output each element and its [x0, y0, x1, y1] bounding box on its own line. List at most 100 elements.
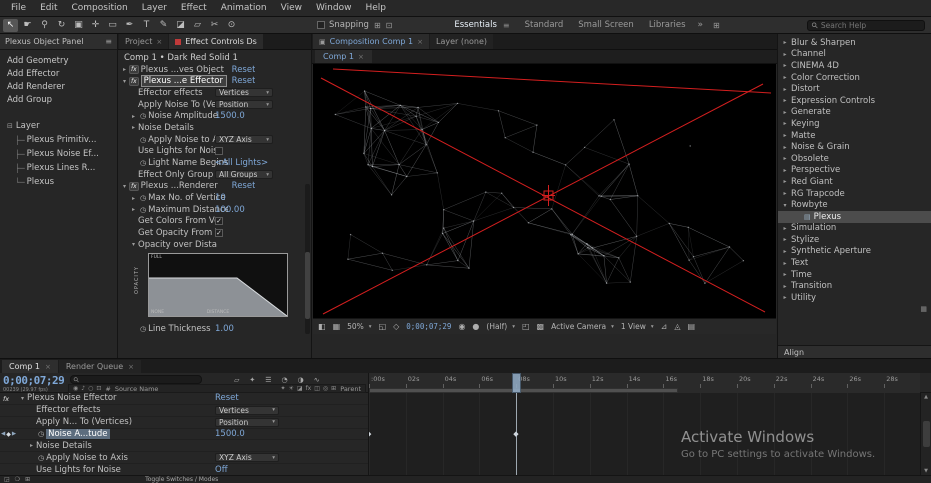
- frame-blend-icon[interactable]: ◫: [314, 385, 320, 392]
- menu-composition[interactable]: Composition: [65, 3, 135, 13]
- tree-item-plexus-lines-r[interactable]: ├─Plexus Lines R...: [0, 161, 117, 175]
- tree-item-plexus-noise-ef[interactable]: ├─Plexus Noise Ef...: [0, 147, 117, 161]
- effects-category-red-giant[interactable]: ▸Red Giant: [778, 176, 931, 188]
- timeline-property-label[interactable]: Effector effects: [36, 405, 101, 415]
- workspace-essentials[interactable]: Essentials: [454, 20, 497, 30]
- twirl-right-icon[interactable]: ▸: [27, 442, 36, 449]
- menu-file[interactable]: File: [4, 3, 33, 13]
- effects-category-noise-grain[interactable]: ▸Noise & Grain: [778, 141, 931, 153]
- source-name-column[interactable]: Source Name: [115, 385, 159, 393]
- frame-blending-icon[interactable]: ◔: [282, 376, 288, 384]
- snap-option-edges-icon[interactable]: ⊡: [386, 21, 393, 30]
- effect-controls-property-label[interactable]: Opacity over Dista: [138, 240, 217, 250]
- selection-tool[interactable]: ↖: [3, 19, 18, 32]
- align-panel-header[interactable]: Align: [778, 345, 931, 358]
- rotation-tool[interactable]: ↻: [54, 19, 69, 32]
- tree-root-layer[interactable]: ⊟ Layer: [0, 119, 117, 133]
- effect-controls-value[interactable]: 1.00: [215, 324, 234, 334]
- expand-layer-switches-icon[interactable]: ◲: [4, 476, 10, 483]
- twirl-right-icon[interactable]: ▸: [781, 167, 789, 174]
- effect-controls-link[interactable]: <All Lights>: [215, 158, 268, 168]
- stopwatch-icon[interactable]: ◷: [140, 206, 146, 214]
- puppet-pin-tool[interactable]: ⊙: [224, 19, 239, 32]
- effects-category-color-correction[interactable]: ▸Color Correction: [778, 72, 931, 84]
- effect-controls-value[interactable]: 10: [215, 193, 226, 203]
- menu-effect[interactable]: Effect: [174, 3, 214, 13]
- workspace-grid-icon[interactable]: ⊞: [713, 21, 720, 30]
- effects-category-expression-controls[interactable]: ▸Expression Controls: [778, 95, 931, 107]
- effects-category-time[interactable]: ▸Time: [778, 269, 931, 281]
- menu-window[interactable]: Window: [309, 3, 359, 13]
- stopwatch-icon[interactable]: ◷: [140, 159, 146, 167]
- add-geometry-button[interactable]: Add Geometry: [0, 55, 117, 67]
- effects-category-blur-sharpen[interactable]: ▸Blur & Sharpen: [778, 37, 931, 49]
- menu-edit[interactable]: Edit: [33, 3, 64, 13]
- timeline-property-label[interactable]: Noise Details: [36, 441, 92, 451]
- timecode-display[interactable]: 0;00;07;29: [3, 374, 69, 387]
- stopwatch-icon[interactable]: ◷: [140, 136, 146, 144]
- parent-column[interactable]: Parent: [340, 385, 361, 393]
- timeline-link[interactable]: Off: [215, 465, 228, 475]
- workspace-libraries[interactable]: Libraries: [649, 20, 686, 30]
- twirl-down-icon[interactable]: ▾: [120, 183, 129, 190]
- reset-link[interactable]: Reset: [232, 76, 256, 86]
- composition-viewport-canvas[interactable]: [313, 64, 776, 318]
- effects-category-keying[interactable]: ▸Keying: [778, 118, 931, 130]
- effect-controls-dropdown[interactable]: All Groups▾: [215, 170, 273, 179]
- resolution-dropdown[interactable]: (Half)▾: [486, 322, 515, 331]
- timeline-property-label[interactable]: Noise A...tude: [46, 429, 109, 439]
- zoom-tool[interactable]: ⚲: [37, 19, 52, 32]
- previous-keyframe-icon[interactable]: ◀: [1, 431, 5, 438]
- shape-tool[interactable]: ▭: [105, 19, 120, 32]
- twirl-right-icon[interactable]: ▸: [120, 66, 129, 73]
- add-effector-button[interactable]: Add Effector: [0, 68, 117, 80]
- twirl-right-icon[interactable]: ▸: [781, 236, 789, 243]
- tab-layer[interactable]: Layer (none): [430, 34, 493, 49]
- graph-editor-icon[interactable]: ∿: [314, 376, 320, 384]
- twirl-right-icon[interactable]: ▸: [781, 271, 789, 278]
- tab-effect-controls[interactable]: Effect Controls Ds: [169, 34, 263, 49]
- type-tool[interactable]: T: [139, 19, 154, 32]
- grid-guides-icon[interactable]: ▦: [333, 322, 341, 331]
- twirl-right-icon[interactable]: ▸: [781, 283, 789, 290]
- twirl-right-icon[interactable]: ▸: [129, 113, 138, 120]
- effect-controls-property-label[interactable]: Get Opacity From Vert: [138, 228, 218, 238]
- twirl-right-icon[interactable]: ▸: [781, 109, 789, 116]
- effect-controls-value[interactable]: 1500.0: [215, 111, 245, 121]
- effects-category-transition[interactable]: ▸Transition: [778, 280, 931, 292]
- audio-icon[interactable]: ♪: [81, 385, 85, 392]
- effects-category-rg-trapcode[interactable]: ▸RG Trapcode: [778, 188, 931, 200]
- twirl-down-icon[interactable]: ▾: [120, 78, 129, 85]
- reset-link[interactable]: Reset: [232, 65, 256, 75]
- effect-controls-dropdown[interactable]: Position▾: [215, 100, 273, 109]
- effect-controls-property-label[interactable]: Effector effects: [138, 88, 203, 98]
- close-icon[interactable]: ×: [358, 53, 364, 61]
- tab-composition[interactable]: ▣ Composition Comp 1 ×: [313, 34, 429, 49]
- close-icon[interactable]: ×: [417, 38, 423, 46]
- twirl-down-icon[interactable]: ▾: [18, 395, 27, 402]
- tree-item-plexus-primitiv[interactable]: ├─Plexus Primitiv...: [0, 133, 117, 147]
- effects-category-generate[interactable]: ▸Generate: [778, 107, 931, 119]
- twirl-down-icon[interactable]: ▾: [781, 202, 789, 209]
- timeline-tab-comp-1[interactable]: Comp 1×: [2, 360, 58, 373]
- quality-icon[interactable]: ◪: [297, 385, 303, 392]
- menu-help[interactable]: Help: [358, 3, 393, 13]
- toggle-switches-modes-button[interactable]: Toggle Switches / Modes: [145, 476, 218, 483]
- twirl-right-icon[interactable]: ▸: [781, 132, 789, 139]
- effect-controls-property-label[interactable]: Line Thickness: [148, 324, 210, 334]
- effect-controls-property-label[interactable]: Apply Noise To (Verti: [138, 100, 218, 110]
- timeline-tab-render-queue[interactable]: Render Queue×: [59, 360, 141, 373]
- expand-in-out-icon[interactable]: ⊞: [25, 476, 30, 483]
- effects-category-simulation[interactable]: ▸Simulation: [778, 223, 931, 235]
- effect-controls-property-label[interactable]: Apply Noise to Axi: [148, 135, 225, 145]
- draft-3d-icon[interactable]: ✦: [249, 376, 255, 384]
- effects-category-utility[interactable]: ▸Utility: [778, 292, 931, 304]
- panel-menu-icon[interactable]: ≡: [105, 37, 112, 46]
- magnification-dropdown[interactable]: 50%▾: [347, 322, 371, 331]
- twirl-right-icon[interactable]: ▸: [781, 120, 789, 127]
- motion-blur-icon[interactable]: ◑: [298, 376, 304, 384]
- twirl-right-icon[interactable]: ▸: [781, 97, 789, 104]
- workspace-menu-icon[interactable]: ≡: [503, 21, 510, 30]
- camera-view-dropdown[interactable]: Active Camera▾: [551, 322, 614, 331]
- eye-icon[interactable]: ◉: [73, 385, 78, 392]
